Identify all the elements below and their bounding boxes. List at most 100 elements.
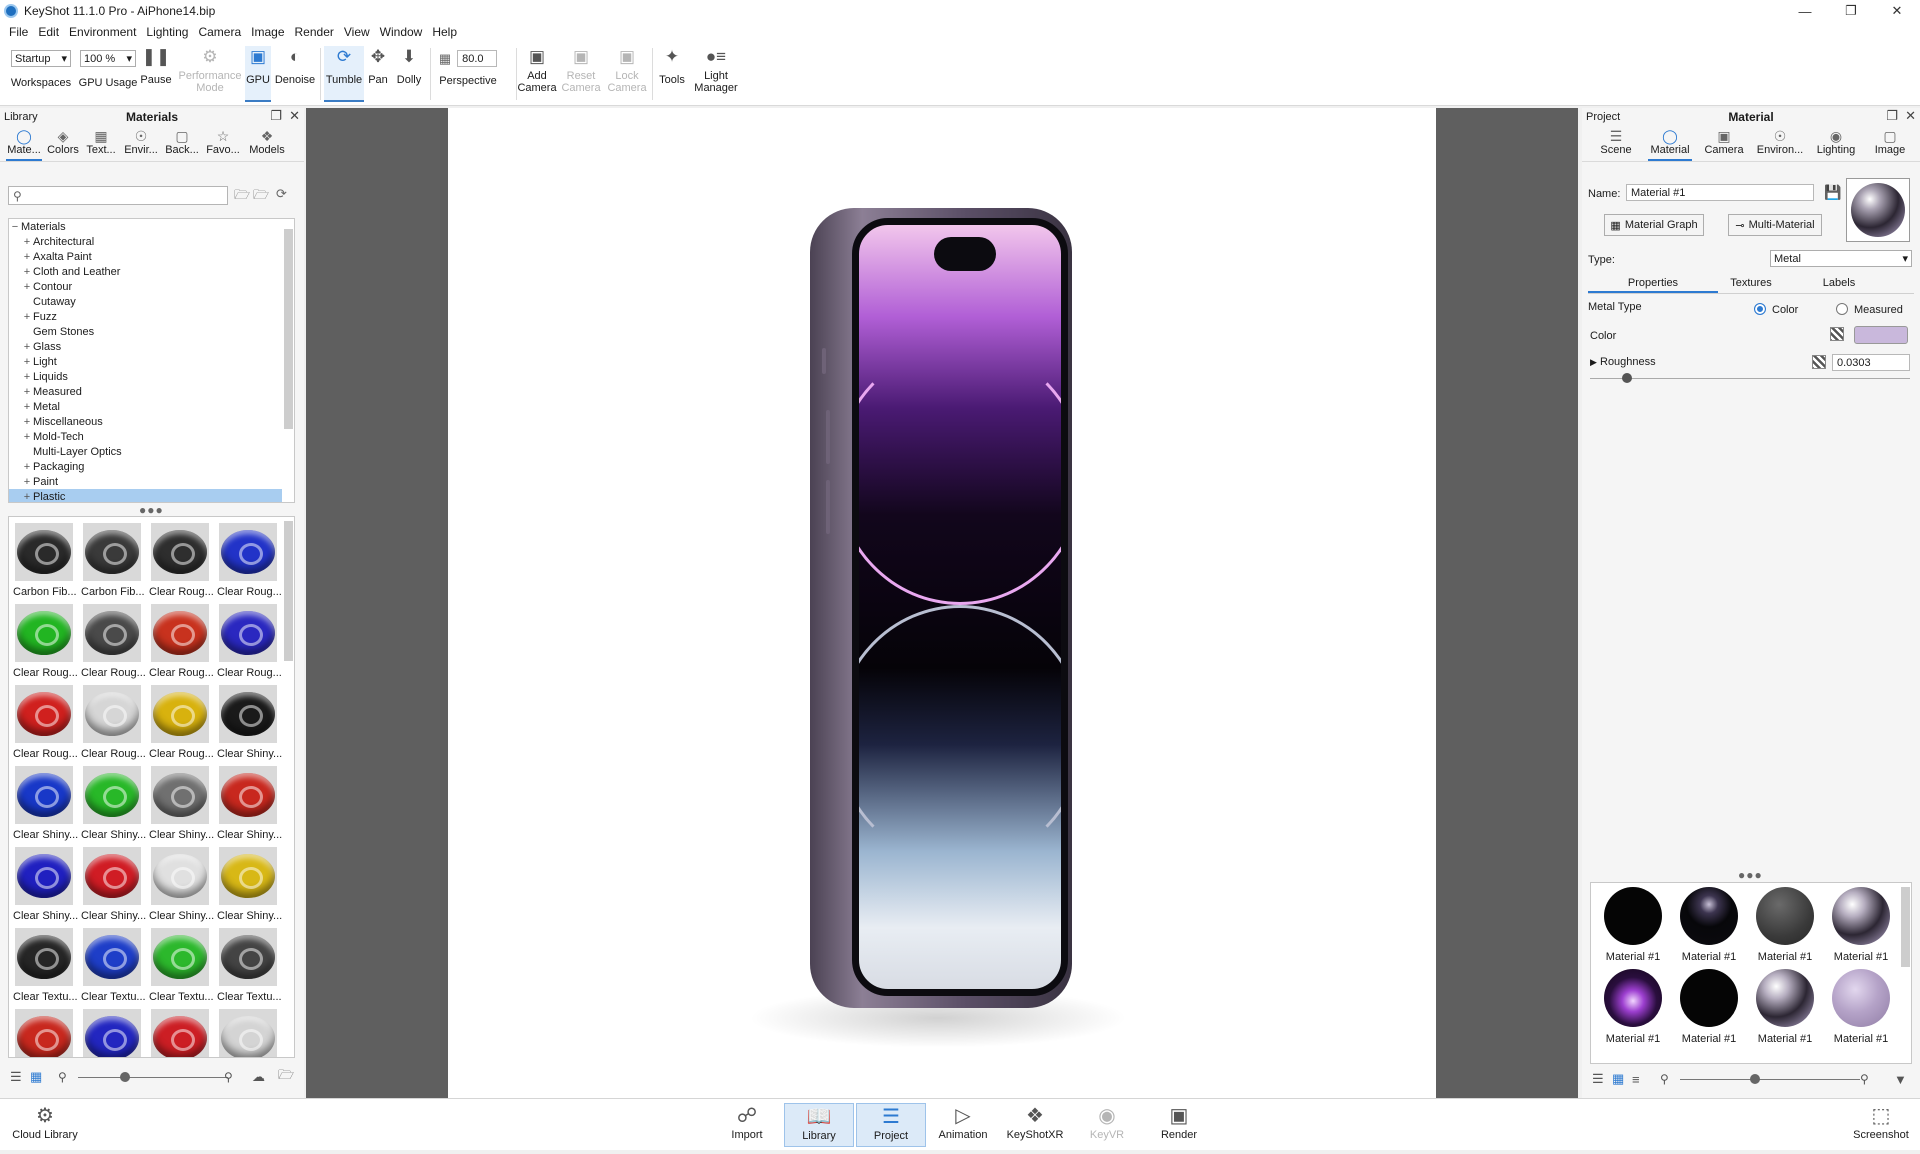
- tree-item[interactable]: + Light: [9, 354, 294, 369]
- tab-material[interactable]: ◯ Material: [1648, 126, 1692, 161]
- folder-icon[interactable]: 🗁: [234, 186, 250, 208]
- material-thumbnail[interactable]: Clear Roug...: [147, 519, 214, 600]
- tree-item[interactable]: + Paint: [9, 474, 294, 489]
- material-thumbnail[interactable]: Clear Shiny...: [147, 843, 214, 924]
- tree-item[interactable]: + Miscellaneous: [9, 414, 294, 429]
- tree-item[interactable]: + Metal: [9, 399, 294, 414]
- multi-material-button[interactable]: ⊸ Multi-Material: [1728, 214, 1822, 236]
- color-swatch[interactable]: [1854, 326, 1908, 344]
- workspaces-control[interactable]: Startup ▾ Workspaces: [8, 46, 74, 102]
- tree-item[interactable]: Cutaway: [9, 294, 294, 309]
- menu-camera[interactable]: Camera: [193, 25, 246, 39]
- tree-item[interactable]: Gem Stones: [9, 324, 294, 339]
- menu-edit[interactable]: Edit: [33, 25, 64, 39]
- tree-item[interactable]: + Liquids: [9, 369, 294, 384]
- material-name-input[interactable]: Material #1: [1626, 184, 1814, 201]
- scene-material-swatch[interactable]: Material #1: [1749, 887, 1815, 967]
- tree-item[interactable]: + Architectural: [9, 234, 294, 249]
- menu-help[interactable]: Help: [427, 25, 462, 39]
- tab-image[interactable]: ▢ Image: [1868, 126, 1912, 161]
- tree-item[interactable]: Multi-Layer Optics: [9, 444, 294, 459]
- project-button[interactable]: ☰ Project: [856, 1103, 926, 1147]
- material-thumbnail[interactable]: Clear Textu...: [215, 924, 282, 1005]
- list-view-icon[interactable]: ☰: [1592, 1071, 1604, 1087]
- light-manager-button[interactable]: ●≡ Light Manager: [692, 46, 740, 102]
- minimize-icon[interactable]: —: [1782, 0, 1828, 22]
- swatch-scrollbar[interactable]: [1901, 887, 1910, 967]
- slider-knob[interactable]: [120, 1072, 130, 1082]
- import-button[interactable]: ☍ Import: [712, 1103, 782, 1147]
- scene-material-swatch[interactable]: Material #1: [1597, 969, 1663, 1049]
- scene-material-swatch[interactable]: Material #1: [1673, 969, 1739, 1049]
- list-view-icon[interactable]: ☰: [10, 1069, 22, 1085]
- tab-colors[interactable]: ◈ Colors: [46, 126, 80, 161]
- reset-camera-button[interactable]: ▣ Reset Camera: [561, 46, 600, 102]
- material-thumbnail[interactable]: Clear Roug...: [215, 600, 282, 681]
- library-button[interactable]: 📖 Library: [784, 1103, 854, 1147]
- expand-icon[interactable]: +: [21, 431, 33, 443]
- scene-material-swatch[interactable]: Material #1: [1825, 969, 1891, 1049]
- roughness-slider[interactable]: [1590, 378, 1910, 379]
- roughness-input[interactable]: 0.0303: [1832, 354, 1910, 371]
- tree-item[interactable]: + Glass: [9, 339, 294, 354]
- expand-icon[interactable]: +: [21, 311, 33, 323]
- cloud-library-button[interactable]: ⚙ Cloud Library: [10, 1103, 80, 1147]
- tab-favorites[interactable]: ☆ Favo...: [204, 126, 242, 161]
- pan-button[interactable]: ✥ Pan: [366, 46, 390, 102]
- expand-triangle-icon[interactable]: ▶: [1590, 357, 1597, 368]
- tools-button[interactable]: ✦ Tools: [656, 46, 688, 102]
- material-thumbnail[interactable]: Clear Roug...: [79, 600, 146, 681]
- material-type-select[interactable]: Metal ▾: [1770, 250, 1912, 267]
- material-thumbnail[interactable]: [11, 1005, 77, 1057]
- zoom-in-icon[interactable]: ⚲: [224, 1070, 233, 1084]
- render-button[interactable]: ▣ Render: [1144, 1103, 1214, 1147]
- metal-type-color-radio[interactable]: [1754, 303, 1766, 315]
- expand-icon[interactable]: +: [21, 356, 33, 368]
- texture-map-icon[interactable]: [1812, 355, 1826, 369]
- gpu-usage-control[interactable]: 100 % ▾ GPU Usage: [78, 46, 138, 102]
- screenshot-button[interactable]: ⬚ Screenshot: [1846, 1103, 1916, 1147]
- material-thumbnail[interactable]: [79, 1005, 145, 1057]
- tree-item[interactable]: + Measured: [9, 384, 294, 399]
- expand-icon[interactable]: +: [21, 416, 33, 428]
- subtab-textures[interactable]: Textures: [1718, 274, 1784, 293]
- material-thumbnail[interactable]: Clear Shiny...: [215, 762, 282, 843]
- keyshotxr-button[interactable]: ❖ KeyShotXR: [1000, 1103, 1070, 1147]
- thumbnail-scrollbar[interactable]: [284, 521, 293, 661]
- folder-icon[interactable]: 🗁: [278, 1066, 294, 1088]
- close-icon[interactable]: ✕: [1874, 0, 1920, 22]
- expand-icon[interactable]: +: [21, 386, 33, 398]
- material-thumbnail[interactable]: Clear Shiny...: [79, 762, 146, 843]
- scene-material-swatch[interactable]: Material #1: [1597, 887, 1663, 967]
- filter-icon[interactable]: ▼: [1894, 1072, 1907, 1087]
- tree-item[interactable]: + Packaging: [9, 459, 294, 474]
- material-thumbnail[interactable]: Clear Roug...: [79, 681, 146, 762]
- expand-icon[interactable]: +: [21, 266, 33, 278]
- tab-environments[interactable]: ☉ Envir...: [122, 126, 160, 161]
- tab-lighting[interactable]: ◉ Lighting: [1814, 126, 1858, 161]
- tab-backplates[interactable]: ▢ Back...: [164, 126, 200, 161]
- tree-item[interactable]: + Mold-Tech: [9, 429, 294, 444]
- material-thumbnail[interactable]: Clear Roug...: [147, 681, 214, 762]
- material-thumbnail[interactable]: [215, 1005, 281, 1057]
- tab-models[interactable]: ❖ Models: [246, 126, 288, 161]
- menu-lighting[interactable]: Lighting: [141, 25, 193, 39]
- material-thumbnail[interactable]: Carbon Fib...: [79, 519, 145, 600]
- zoom-out-icon[interactable]: ⚲: [58, 1070, 67, 1084]
- keyvr-button[interactable]: ◉ KeyVR: [1072, 1103, 1142, 1147]
- subtab-properties[interactable]: Properties: [1588, 274, 1718, 293]
- tree-item[interactable]: + Cloth and Leather: [9, 264, 294, 279]
- tab-materials[interactable]: ◯ Mate...: [6, 126, 42, 161]
- menu-image[interactable]: Image: [246, 25, 289, 39]
- material-thumbnail[interactable]: Clear Roug...: [147, 600, 214, 681]
- tree-item[interactable]: + Fuzz: [9, 309, 294, 324]
- tree-item[interactable]: + Axalta Paint: [9, 249, 294, 264]
- tab-textures[interactable]: ▦ Text...: [84, 126, 118, 161]
- material-thumbnail[interactable]: Clear Textu...: [11, 924, 78, 1005]
- splitter-handle[interactable]: ●●●: [139, 503, 164, 517]
- zoom-in-icon[interactable]: ⚲: [1860, 1072, 1869, 1086]
- refresh-icon[interactable]: ⟳: [276, 186, 287, 202]
- material-thumbnail[interactable]: Clear Shiny...: [11, 762, 78, 843]
- grid-view-icon[interactable]: ▦: [1612, 1071, 1624, 1087]
- thumbnail-size-slider[interactable]: [78, 1077, 228, 1078]
